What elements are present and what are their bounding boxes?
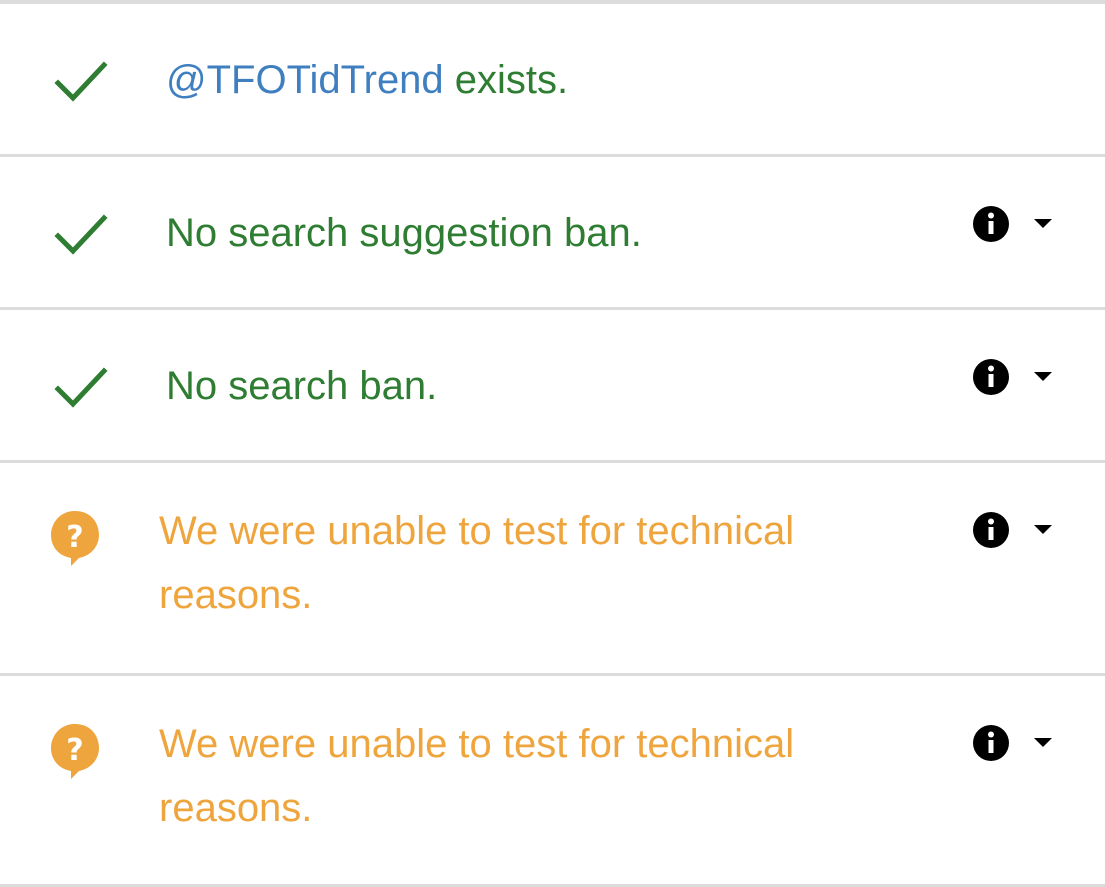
check-icon bbox=[50, 50, 112, 112]
caret-down-icon[interactable] bbox=[1030, 364, 1056, 388]
result-text: No search ban. bbox=[166, 364, 438, 408]
row-controls bbox=[970, 722, 1070, 762]
result-row-search-suggestion-ban: No search suggestion ban. bbox=[0, 157, 1105, 310]
result-text: exists. bbox=[443, 58, 569, 102]
result-row-account-exists: @TFOTidTrend exists. bbox=[0, 4, 1105, 157]
svg-text:?: ? bbox=[66, 733, 83, 768]
caret-down-icon[interactable] bbox=[1030, 517, 1056, 541]
result-text: We were unable to test for technical rea… bbox=[159, 509, 795, 617]
info-icon[interactable] bbox=[970, 722, 1012, 764]
result-row-untested-2: ? We were unable to test for technical r… bbox=[0, 676, 1105, 887]
check-icon bbox=[50, 203, 112, 265]
svg-text:?: ? bbox=[66, 520, 83, 555]
account-handle-link[interactable]: @TFOTidTrend bbox=[166, 58, 444, 102]
result-message: @TFOTidTrend exists. bbox=[166, 48, 568, 112]
result-row-search-ban: No search ban. bbox=[0, 310, 1105, 463]
result-list: @TFOTidTrend exists. No search suggestio… bbox=[0, 0, 1105, 887]
result-row-untested-1: ? We were unable to test for technical r… bbox=[0, 463, 1105, 676]
info-icon[interactable] bbox=[970, 203, 1012, 245]
result-text: We were unable to test for technical rea… bbox=[159, 722, 795, 830]
question-bubble-icon: ? bbox=[44, 507, 106, 569]
caret-down-icon[interactable] bbox=[1030, 211, 1056, 235]
question-bubble-icon: ? bbox=[44, 720, 106, 782]
check-icon bbox=[50, 356, 112, 418]
info-icon[interactable] bbox=[970, 509, 1012, 551]
info-icon[interactable] bbox=[970, 356, 1012, 398]
caret-down-icon[interactable] bbox=[1030, 730, 1056, 754]
row-controls bbox=[970, 203, 1070, 243]
row-controls bbox=[970, 356, 1070, 396]
row-controls bbox=[970, 509, 1070, 549]
result-text: No search suggestion ban. bbox=[166, 211, 642, 255]
